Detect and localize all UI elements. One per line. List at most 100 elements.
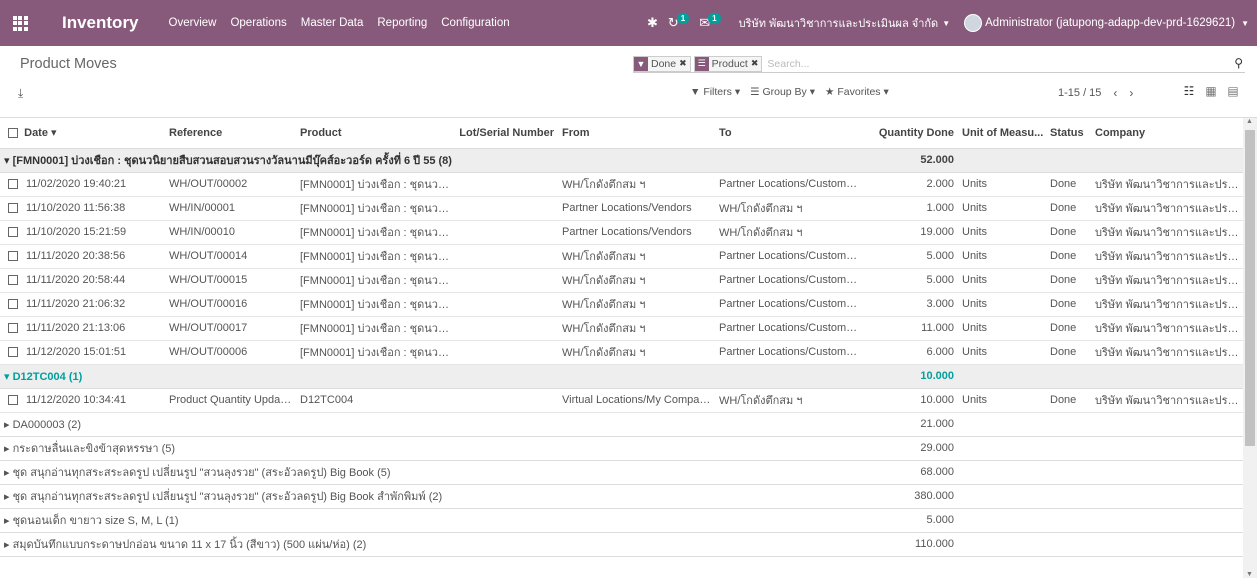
row-checkbox[interactable] <box>8 251 18 262</box>
group-row[interactable]: ▾ [FMN0001] บ่วงเชือก : ชุดนวนิยายสืบสวน… <box>0 148 1243 173</box>
cell-from: WH/โกดังตึกสม ฯ <box>558 244 715 269</box>
cell-company: บริษัท พัฒนาวิชาการและประเมิ... <box>1091 244 1243 269</box>
col-status[interactable]: Status <box>1046 118 1091 149</box>
cell-uom: Units <box>958 388 1046 413</box>
cell-date: 11/12/2020 10:34:41 <box>0 388 165 413</box>
group-row[interactable]: ▸ ชุดนอนเด็ก ขายาว size S, M, L (1) 5.000 <box>0 508 1243 533</box>
list-view-icon[interactable]: ☷ <box>1178 84 1200 98</box>
group-filler <box>958 460 1243 485</box>
cell-ref: WH/OUT/00015 <box>165 268 296 293</box>
control-panel: Product Moves ▼ Done ✖ ☰ Product ✖ Searc… <box>0 46 1257 118</box>
select-all-checkbox[interactable] <box>8 128 18 139</box>
table-row[interactable]: 11/12/2020 15:01:51 WH/OUT/00006 [FMN0001]… <box>0 340 1243 365</box>
cell-product: [FMN0001] บ่วงเชือก : ชุดนวนิย... <box>296 292 455 317</box>
cell-uom: Units <box>958 172 1046 197</box>
cell-product: [FMN0001] บ่วงเชือก : ชุดนวนิย... <box>296 316 455 341</box>
menu-overview[interactable]: Overview <box>169 17 217 29</box>
filters-dropdown[interactable]: ▼ Filters ▾ <box>690 86 740 98</box>
group-row[interactable]: ▾ D12TC004 (1) 10.000 <box>0 364 1243 389</box>
scroll-up-icon[interactable]: ▲ <box>1246 118 1253 125</box>
group-total: 110.000 <box>865 532 958 557</box>
table-row[interactable]: 11/11/2020 21:06:32 WH/OUT/00016 [FMN0001]… <box>0 292 1243 317</box>
download-icon[interactable]: ⤓ <box>18 86 23 101</box>
row-checkbox[interactable] <box>8 275 18 286</box>
col-to[interactable]: To <box>715 118 865 149</box>
cell-date: 11/10/2020 11:56:38 <box>0 196 165 221</box>
activity-badge: 1 <box>676 12 690 24</box>
favorites-dropdown[interactable]: ★ Favorites ▾ <box>825 86 889 98</box>
table-row[interactable]: 11/11/2020 20:58:44 WH/OUT/00015 [FMN0001]… <box>0 268 1243 293</box>
remove-facet-icon[interactable]: ✖ <box>679 58 690 69</box>
table-row[interactable]: 11/11/2020 20:38:56 WH/OUT/00014 [FMN0001]… <box>0 244 1243 269</box>
pivot-view-icon[interactable]: ▤ <box>1222 84 1244 98</box>
group-by-dropdown[interactable]: ☰ Group By ▾ <box>750 86 815 98</box>
col-reference[interactable]: Reference <box>165 118 296 149</box>
debug-bug-icon[interactable]: ✱ <box>647 15 658 31</box>
row-checkbox[interactable] <box>8 347 18 358</box>
date-value: 11/11/2020 20:58:44 <box>26 274 126 286</box>
scrollbar[interactable]: ▲ ▼ <box>1243 118 1257 578</box>
table-row[interactable]: 11/02/2020 19:40:21 WH/OUT/00002 [FMN0001]… <box>0 172 1243 197</box>
menu-operations[interactable]: Operations <box>230 17 286 29</box>
table-row[interactable]: 11/10/2020 15:21:59 WH/IN/00010 [FMN0001] … <box>0 220 1243 245</box>
cell-qty: 10.000 <box>865 388 958 413</box>
pager-previous-icon[interactable]: ‹ <box>1113 86 1117 100</box>
user-menu[interactable]: Administrator (jatupong-adapp-dev-prd-16… <box>985 17 1235 29</box>
col-company[interactable]: Company <box>1091 118 1243 149</box>
cell-to: Partner Locations/Custome... <box>715 316 865 341</box>
group-by-icon: ☰ <box>694 56 709 71</box>
company-switcher[interactable]: บริษัท พัฒนาวิชาการและประเมินผล จำกัด <box>739 14 939 32</box>
search-bar[interactable]: ▼ Done ✖ ☰ Product ✖ Search... ⚲ <box>633 55 1245 73</box>
cell-lot <box>455 340 558 365</box>
table-row[interactable]: 11/10/2020 11:56:38 WH/IN/00001 [FMN0001] … <box>0 196 1243 221</box>
col-uom[interactable]: Unit of Measu... <box>958 118 1046 149</box>
messages-icon[interactable]: ✉ 1 <box>699 12 721 31</box>
cell-from: WH/โกดังตึกสม ฯ <box>558 268 715 293</box>
row-checkbox[interactable] <box>8 299 18 310</box>
pager-next-icon[interactable]: › <box>1129 86 1133 100</box>
search-icon[interactable]: ⚲ <box>1234 56 1243 70</box>
cell-status: Done <box>1046 388 1091 413</box>
apps-menu-button[interactable] <box>0 0 40 46</box>
cell-ref: WH/OUT/00006 <box>165 340 296 365</box>
table-row[interactable]: 11/12/2020 10:34:41 Product Quantity Upda… <box>0 388 1243 413</box>
cell-to: WH/โกดังตึกสม ฯ <box>715 196 865 221</box>
cell-lot <box>455 172 558 197</box>
list-view: Date ▾ Reference Product Lot/Serial Numb… <box>0 118 1243 578</box>
date-value: 11/02/2020 19:40:21 <box>26 178 127 190</box>
group-row[interactable]: ▸ ชุด สนุกอ่านทุกสระสระลดรูป เปลี่ยนรูป … <box>0 460 1243 485</box>
col-from[interactable]: From <box>558 118 715 149</box>
col-product[interactable]: Product <box>296 118 455 149</box>
group-row[interactable]: ▸ ชุด สนุกอ่านทุกสระสระลดรูป เปลี่ยนรูป … <box>0 484 1243 509</box>
group-row[interactable]: ▸ DA000003 (2) 21.000 <box>0 412 1243 437</box>
cell-uom: Units <box>958 340 1046 365</box>
favorites-label: Favorites <box>837 86 881 98</box>
col-date[interactable]: Date ▾ <box>0 118 165 149</box>
activity-icon[interactable]: ↻ 1 <box>668 12 690 31</box>
col-lot[interactable]: Lot/Serial Number <box>455 118 558 149</box>
row-checkbox[interactable] <box>8 179 18 190</box>
user-avatar[interactable] <box>964 14 983 32</box>
cell-lot <box>455 292 558 317</box>
cell-ref: WH/OUT/00002 <box>165 172 296 197</box>
row-checkbox[interactable] <box>8 227 18 238</box>
app-title[interactable]: Inventory <box>62 13 139 33</box>
group-row[interactable]: ▸ สมุดบันทึกแบบกระดาษปกอ่อน ขนาด 11 x 17… <box>0 532 1243 557</box>
row-checkbox[interactable] <box>8 203 18 214</box>
menu-master-data[interactable]: Master Data <box>301 17 364 29</box>
group-total: 5.000 <box>865 508 958 533</box>
table-row[interactable]: 11/11/2020 21:13:06 WH/OUT/00017 [FMN0001]… <box>0 316 1243 341</box>
scroll-thumb[interactable] <box>1245 130 1255 446</box>
menu-configuration[interactable]: Configuration <box>441 17 509 29</box>
remove-facet-icon[interactable]: ✖ <box>751 58 762 69</box>
row-checkbox[interactable] <box>8 395 18 406</box>
col-quantity-done[interactable]: Quantity Done <box>865 118 958 149</box>
row-checkbox[interactable] <box>8 323 18 334</box>
pager-value[interactable]: 1-15 / 15 <box>1058 87 1101 99</box>
menu-reporting[interactable]: Reporting <box>377 17 427 29</box>
search-input[interactable]: Search... <box>767 58 1245 70</box>
cell-status: Done <box>1046 268 1091 293</box>
group-row[interactable]: ▸ กระดาษลื่นและขิงข้าสุดหรรษา (5) 29.000 <box>0 436 1243 461</box>
kanban-view-icon[interactable]: ▦ <box>1200 84 1222 98</box>
scroll-down-icon[interactable]: ▼ <box>1246 571 1253 578</box>
